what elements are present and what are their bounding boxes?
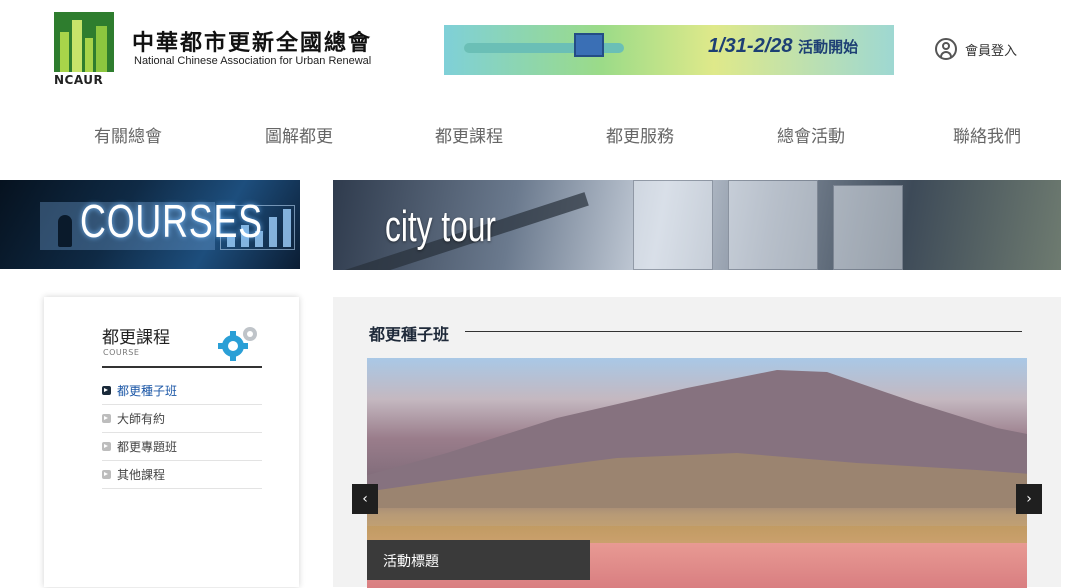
site-logo[interactable]: NCAUR 中華都市更新全國總會 National Chinese Associ…	[54, 12, 399, 88]
sidebar-title: 都更課程	[102, 328, 170, 348]
sidebar-item-seed-class[interactable]: 都更種子班	[102, 377, 262, 405]
nav-item-services[interactable]: 都更服務	[606, 122, 674, 147]
sidebar-divider	[102, 366, 262, 368]
user-icon	[935, 38, 957, 60]
course-sidebar: 都更課程 COURSE 都更種子班 大師有約 都更專題班 其他課程	[44, 297, 299, 587]
main-content: 都更種子班 ‹ › 活動標題	[333, 297, 1061, 588]
banner-date: 1/31-2/28	[708, 35, 793, 57]
courses-hero-image: COURSES	[0, 180, 300, 269]
city-tour-hero-image: city tour	[333, 180, 1061, 270]
banner-text: 1/31-2/28 活動開始	[708, 35, 858, 58]
slideshow-next-button[interactable]: ›	[1016, 484, 1042, 514]
sidebar-item-label: 都更種子班	[117, 384, 178, 398]
member-login-link[interactable]: 會員登入	[935, 37, 1017, 61]
sidebar-item-masters[interactable]: 大師有約	[102, 405, 262, 433]
gear-icon	[218, 327, 257, 361]
arrow-bullet-icon	[102, 414, 111, 423]
slide-caption-box[interactable]: 活動標題	[367, 540, 590, 580]
sidebar-menu: 都更種子班 大師有約 都更專題班 其他課程	[102, 377, 262, 489]
arrow-bullet-icon	[102, 470, 111, 479]
banner-caption: 活動開始	[798, 39, 859, 56]
city-tour-hero-title: city tour	[385, 202, 496, 251]
member-login-label: 會員登入	[965, 43, 1018, 59]
nav-item-courses[interactable]: 都更課程	[435, 122, 503, 147]
mountain-landscape	[367, 370, 1027, 508]
courses-hero-title: COURSES	[80, 195, 263, 247]
sidebar-subtitle: COURSE	[103, 348, 140, 357]
section-title-rule	[465, 331, 1022, 332]
sidebar-item-label: 其他課程	[117, 468, 166, 482]
sidebar-item-other-courses[interactable]: 其他課程	[102, 461, 262, 489]
logo-english-name: National Chinese Association for Urban R…	[134, 55, 372, 67]
nav-item-contact[interactable]: 聯絡我們	[953, 122, 1021, 147]
hero-building	[833, 185, 903, 270]
sidebar-item-label: 大師有約	[117, 412, 166, 426]
person-icon	[58, 215, 72, 247]
nav-item-about[interactable]: 有關總會	[94, 122, 162, 147]
logo-icon	[54, 12, 114, 72]
arrow-bullet-icon	[102, 386, 111, 395]
logo-chinese-name: 中華都市更新全國總會	[132, 31, 373, 56]
nav-item-events[interactable]: 總會活動	[777, 122, 845, 147]
logo-abbreviation: NCAUR	[54, 73, 104, 87]
nav-item-illustrated[interactable]: 圖解都更	[265, 122, 333, 147]
slideshow-prev-button[interactable]: ‹	[352, 484, 378, 514]
hero-building	[728, 180, 818, 270]
slide-caption: 活動標題	[383, 554, 439, 570]
main-nav: 有關總會 圖解都更 都更課程 都更服務 總會活動 聯絡我們	[0, 122, 1089, 148]
sidebar-item-label: 都更專題班	[117, 440, 178, 454]
arrow-bullet-icon	[102, 442, 111, 451]
banner-building-icon	[574, 33, 604, 57]
hero-building	[633, 180, 713, 270]
section-title: 都更種子班	[369, 325, 450, 344]
promo-banner[interactable]: 1/31-2/28 活動開始	[444, 25, 894, 75]
sidebar-item-topic-class[interactable]: 都更專題班	[102, 433, 262, 461]
